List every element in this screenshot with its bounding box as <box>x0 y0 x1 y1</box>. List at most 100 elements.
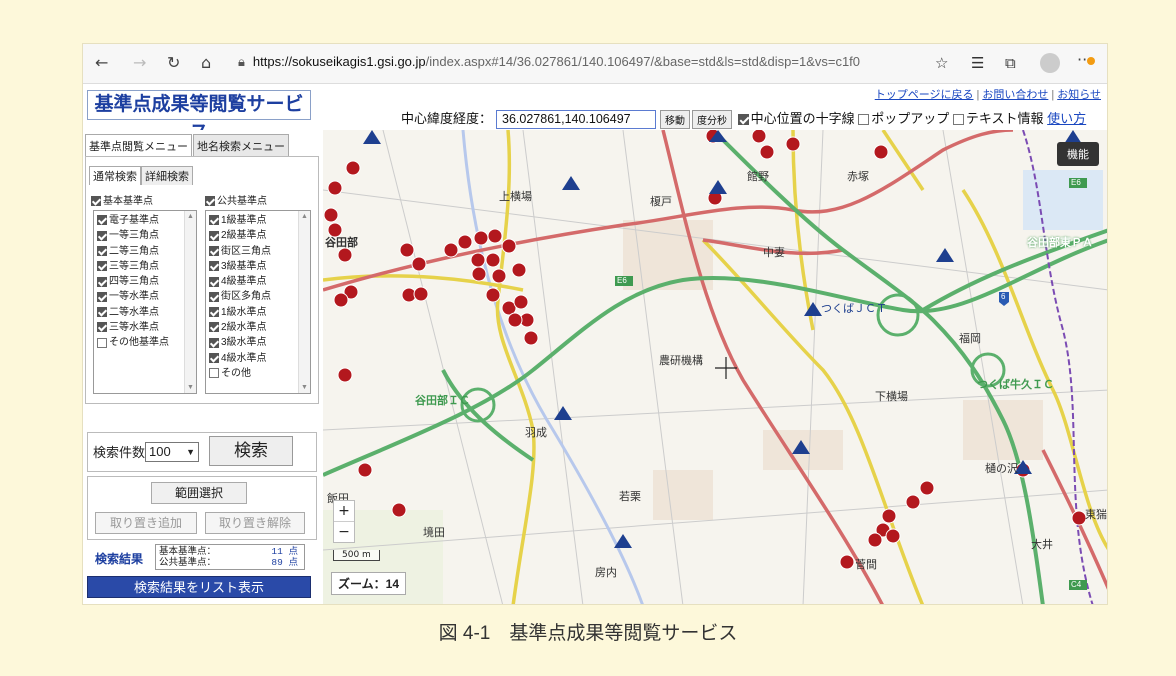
keep-add-button[interactable]: 取り置き追加 <box>95 512 197 534</box>
list-results-button[interactable]: 検索結果をリスト表示 <box>87 576 311 598</box>
item-checkbox[interactable] <box>97 276 107 287</box>
item-checkbox[interactable] <box>97 261 107 272</box>
item-checkbox[interactable] <box>209 307 219 318</box>
place-label: 中妻 <box>763 247 785 259</box>
checklist-item[interactable]: 3級水準点 <box>209 335 271 350</box>
checklist-item[interactable]: 1級水準点 <box>209 305 271 320</box>
coord-input[interactable]: 36.027861,140.106497 <box>496 110 657 130</box>
ref-point-marker <box>513 294 529 310</box>
item-checkbox[interactable] <box>97 245 107 256</box>
function-button[interactable]: 機能 <box>1057 142 1099 166</box>
popup-checkbox[interactable] <box>858 114 870 126</box>
item-checkbox[interactable] <box>209 245 219 256</box>
item-checkbox[interactable] <box>209 261 219 272</box>
count-select[interactable]: 100 ▼ <box>145 442 199 462</box>
url-host: https://sokuseikagis1.gsi.go.jp <box>252 54 426 69</box>
item-checkbox[interactable] <box>209 276 219 287</box>
checklist-item[interactable]: 4級水準点 <box>209 351 271 366</box>
checklist-item[interactable]: 2級基準点 <box>209 228 271 243</box>
group1-checkbox[interactable] <box>91 196 101 207</box>
reload-icon[interactable]: ↻ <box>167 55 180 71</box>
item-checkbox[interactable] <box>97 230 107 241</box>
ref-point-marker <box>491 268 507 284</box>
item-checkbox[interactable] <box>209 353 219 364</box>
checklist-item[interactable]: その他基準点 <box>97 335 169 350</box>
ref-point-marker <box>873 144 889 160</box>
tab-detail-search[interactable]: 詳細検索 <box>141 166 193 185</box>
route-label: C4 <box>1071 580 1082 589</box>
item-checkbox[interactable] <box>209 230 219 241</box>
zoom-control: + − <box>333 500 355 543</box>
checklist-item[interactable]: 3級基準点 <box>209 259 271 274</box>
tab-normal-search[interactable]: 通常検索 <box>89 166 141 185</box>
news-link[interactable]: お知らせ <box>1057 89 1101 101</box>
map-view[interactable]: 機能 上横場 榎戸 館野 赤塚 谷田部 中妻 谷田部東ＰＡ つくばＪＣＴ 福岡 … <box>323 130 1107 604</box>
item-checkbox[interactable] <box>209 337 219 348</box>
tab-point-menu[interactable]: 基準点閲覧メニュー <box>85 134 192 157</box>
item-label: 1級基準点 <box>221 215 267 226</box>
checklist-item[interactable]: 三等三角点 <box>97 259 169 274</box>
checklist-item[interactable]: 二等三角点 <box>97 244 169 259</box>
item-label: 一等水準点 <box>109 291 159 303</box>
keep-remove-button[interactable]: 取り置き解除 <box>205 512 305 534</box>
item-checkbox[interactable] <box>209 322 219 333</box>
item-checkbox[interactable] <box>209 291 219 302</box>
group2-checkbox[interactable] <box>205 196 215 207</box>
back-icon[interactable]: ← <box>95 55 108 71</box>
place-label: 谷田部ＩＣ <box>415 395 470 407</box>
checklist-item[interactable]: 三等水準点 <box>97 320 169 335</box>
item-label: 街区多角点 <box>221 291 271 303</box>
ref-point-marker <box>470 252 486 268</box>
item-checkbox[interactable] <box>97 337 107 348</box>
place-label: 谷田部東ＰＡ <box>1027 237 1093 249</box>
url-path: /index.aspx#14/36.027861/140.106497/&bas… <box>425 54 861 69</box>
checklist-item[interactable]: 街区三角点 <box>209 244 271 259</box>
contact-link[interactable]: お問い合わせ <box>982 89 1048 101</box>
range-select-button[interactable]: 範囲選択 <box>151 482 247 504</box>
group2-list[interactable]: 1級基準点 2級基準点 街区三角点 3級基準点 4級基準点街区多角点 1級水準点 2級水準点… <box>205 210 311 394</box>
dms-button[interactable]: 度分秒 <box>692 110 733 130</box>
checklist-item[interactable]: 四等三角点 <box>97 274 169 289</box>
checklist-item[interactable]: 2級水準点 <box>209 320 271 335</box>
checklist-item[interactable]: その他 <box>209 366 271 381</box>
favorite-star-icon[interactable]: ☆ <box>935 54 948 72</box>
collections-icon[interactable]: ⧉ <box>1005 54 1016 72</box>
home-icon[interactable]: ⌂ <box>201 55 211 71</box>
item-checkbox[interactable] <box>97 291 107 302</box>
more-menu-icon[interactable]: ·· <box>1077 50 1096 69</box>
checklist-item[interactable]: 一等三角点 <box>97 228 169 243</box>
search-subtabs: 通常検索 詳細検索 <box>89 166 193 185</box>
top-page-link[interactable]: トップページに戻る <box>875 89 974 101</box>
address-bar[interactable]: 🔒︎ https://sokuseikagis1.gsi.go.jp/index.… <box>238 54 860 70</box>
zoom-out-button[interactable]: − <box>334 522 354 542</box>
item-checkbox[interactable] <box>97 215 107 226</box>
item-checkbox[interactable] <box>209 368 219 379</box>
text-info-checkbox[interactable] <box>952 114 964 126</box>
checklist-item[interactable]: 街区多角点 <box>209 289 271 304</box>
ref-point-marker <box>523 330 539 346</box>
checklist-item[interactable]: 電子基準点 <box>97 213 169 228</box>
checklist-item[interactable]: 4級基準点 <box>209 274 271 289</box>
favorites-list-icon[interactable]: ☰ <box>971 54 984 72</box>
help-link[interactable]: 使い方 <box>1047 111 1086 126</box>
count-value: 100 <box>149 444 171 459</box>
item-checkbox[interactable] <box>97 307 107 318</box>
checklist-item[interactable]: 1級基準点 <box>209 213 271 228</box>
group2-items: 1級基準点 2級基準点 街区三角点 3級基準点 4級基準点街区多角点 1級水準点 2級水準点… <box>209 213 271 381</box>
crosshair-checkbox[interactable] <box>737 114 749 126</box>
site-logo[interactable]: 基準点成果等閲覧サービス <box>87 90 311 143</box>
checklist-item[interactable]: 二等水準点 <box>97 305 169 320</box>
group1-scrollbar[interactable] <box>184 211 196 393</box>
forward-icon[interactable]: → <box>133 55 146 71</box>
item-checkbox[interactable] <box>209 215 219 226</box>
group1-list[interactable]: 電子基準点 一等三角点 二等三角点 三等三角点 四等三角点一等水準点二等水準点 三等水準点… <box>93 210 197 394</box>
group2-scrollbar[interactable] <box>298 211 310 393</box>
checklist-item[interactable]: 一等水準点 <box>97 289 169 304</box>
group1-header: 基本基準点 <box>91 194 153 209</box>
tab-place-search[interactable]: 地名検索メニュー <box>193 134 289 157</box>
search-button[interactable]: 検索 <box>209 436 293 466</box>
move-button[interactable]: 移動 <box>660 110 691 130</box>
zoom-in-button[interactable]: + <box>334 501 354 522</box>
item-checkbox[interactable] <box>97 322 107 333</box>
profile-avatar[interactable] <box>1040 53 1060 73</box>
